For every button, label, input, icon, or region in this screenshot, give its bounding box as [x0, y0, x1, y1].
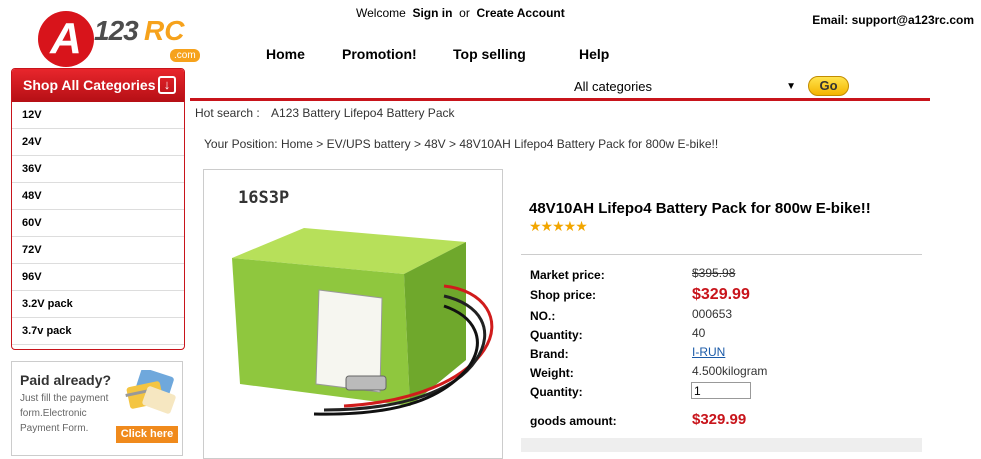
category-item-60v[interactable]: 60V [12, 210, 184, 237]
credit-cards-icon [125, 370, 176, 414]
nav-top-selling[interactable]: Top selling [453, 46, 526, 62]
stock-quantity-label: Quantity: [530, 328, 583, 342]
paid-already-banner[interactable]: Paid already? Just fill the payment form… [11, 361, 183, 456]
go-button[interactable]: Go [808, 76, 849, 96]
category-item-36v[interactable]: 36V [12, 156, 184, 183]
info-divider [521, 254, 922, 255]
category-item-3-2v-pack[interactable]: 3.2V pack [12, 291, 184, 318]
product-no-label: NO.: [530, 309, 556, 323]
hot-search: Hot search : A123 Battery Lifepo4 Batter… [195, 106, 455, 120]
stock-quantity-value: 40 [692, 326, 706, 340]
or-text: or [459, 6, 470, 20]
category-select[interactable]: All categories ▼ [574, 78, 800, 96]
click-here-button[interactable]: Click here [116, 426, 178, 443]
brand-label: Brand: [530, 347, 569, 361]
create-account-link[interactable]: Create Account [476, 6, 564, 20]
category-menu-title: Shop All Categories [23, 77, 156, 93]
market-price-value: $395.98 [692, 266, 736, 280]
arrow-down-icon: ↓ [158, 76, 176, 94]
nav-home[interactable]: Home [266, 46, 305, 62]
shop-all-categories-header[interactable]: Shop All Categories ↓ [12, 69, 184, 102]
goods-amount-label: goods amount: [530, 414, 617, 428]
product-image[interactable]: 16S3P [203, 169, 503, 459]
shop-price-value: $329.99 [692, 286, 750, 303]
quantity-input[interactable] [691, 382, 751, 399]
hot-search-label: Hot search : [195, 106, 260, 120]
brand-link[interactable]: I-RUN [692, 345, 725, 359]
logo-dotcom: .com [170, 49, 200, 62]
weight-value: 4.500kilogram [692, 364, 768, 378]
battery-pack-illustration [232, 228, 494, 416]
dropdown-arrow-icon: ▼ [786, 81, 796, 92]
email-value[interactable]: support@a123rc.com [852, 13, 974, 27]
goods-amount-value: $329.99 [692, 411, 747, 428]
hot-search-term[interactable]: A123 Battery Lifepo4 Battery Pack [271, 106, 454, 120]
welcome-text: Welcome [356, 6, 406, 20]
category-item-48v[interactable]: 48V [12, 183, 184, 210]
nav-promotion[interactable]: Promotion! [342, 46, 417, 62]
logo-rc: RC [144, 15, 185, 46]
logo-letter: A [38, 11, 94, 67]
sign-in-link[interactable]: Sign in [412, 6, 452, 20]
site-logo[interactable]: A 123 RC .com [38, 11, 208, 71]
logo-number: 123 [94, 15, 139, 46]
category-item-12v[interactable]: 12V [12, 102, 184, 129]
welcome-bar: Welcome Sign in or Create Account [356, 6, 565, 20]
paid-text: Just fill the payment form.Electronic Pa… [20, 393, 109, 434]
market-price-label: Market price: [530, 268, 605, 282]
breadcrumb[interactable]: Your Position: Home > EV/UPS battery > 4… [204, 137, 718, 151]
product-title: 48V10AH Lifepo4 Battery Pack for 800w E-… [529, 200, 871, 217]
category-item-96v[interactable]: 96V [12, 264, 184, 291]
action-bar [521, 438, 922, 452]
email-label: Email: [812, 13, 849, 27]
nav-help[interactable]: Help [579, 46, 609, 62]
category-item-3-7v-pack[interactable]: 3.7v pack [12, 318, 184, 345]
category-select-value: All categories [574, 79, 653, 94]
header-divider [190, 98, 930, 101]
product-no-value: 000653 [692, 307, 733, 321]
rating-stars-icon: ★★★★★ [529, 218, 588, 234]
category-item-72v[interactable]: 72V [12, 237, 184, 264]
category-menu: Shop All Categories ↓ 12V 24V 36V 48V 60… [11, 68, 185, 350]
category-item-24v[interactable]: 24V [12, 129, 184, 156]
weight-label: Weight: [530, 366, 574, 380]
order-quantity-label: Quantity: [530, 385, 583, 399]
shop-price-label: Shop price: [530, 288, 597, 302]
support-email: Email: support@a123rc.com [812, 13, 974, 27]
